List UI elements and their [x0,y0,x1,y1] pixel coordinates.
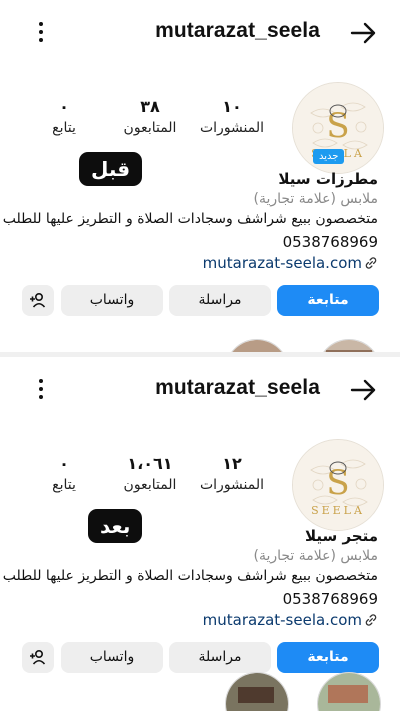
bio-text: متخصصون ببيع شراشف وسجادات الصلاة و التط… [2,568,378,584]
username: mutarazat_seela [155,376,320,399]
link-icon [365,257,377,269]
following-label: يتابع [52,477,76,493]
category: ملابس (علامة تجارية) [253,548,379,564]
add-user-icon [30,649,46,665]
top-bar: mutarazat_seela [0,357,400,421]
whatsapp-button[interactable]: واتساب [61,285,163,316]
avatar-brand-text: SEELA [311,504,365,517]
category: ملابس (علامة تجارية) [253,191,379,207]
phone-number: 0538768969 [282,233,378,251]
back-arrow-icon[interactable] [348,18,378,48]
stat-following[interactable]: ٠ يتابع [24,96,104,138]
new-badge: جديد [313,149,345,164]
message-button[interactable]: مراسلة [169,642,271,673]
more-options-icon[interactable] [31,375,51,403]
message-button[interactable]: مراسلة [169,285,271,316]
posts-label: المنشورات [199,477,265,493]
phone-number: 0538768969 [282,590,378,608]
profile-avatar[interactable]: S SEELA [292,439,384,531]
followers-count: ١،٠٦١ [127,454,173,473]
add-user-icon [30,292,46,308]
follow-button[interactable]: متابعة [277,285,379,316]
following-count: ٠ [59,97,69,116]
stat-posts[interactable]: ١٢ المنشورات [192,453,272,495]
before-tag: قبل [79,152,143,186]
posts-count: ١٢ [222,454,242,473]
link-icon [365,614,377,626]
display-name: متجر سيلا [304,527,378,545]
story-highlight[interactable] [317,339,381,352]
following-count: ٠ [59,454,69,473]
profile-panel-before: mutarazat_seela S SEELA جديد ١٠ المنشورا… [0,0,400,352]
posts-label: المنشورات [199,120,265,136]
website-link[interactable]: mutarazat-seela.com [203,611,378,629]
username: mutarazat_seela [155,19,320,42]
following-label: يتابع [52,120,76,136]
website-text: mutarazat-seela.com [202,254,362,272]
more-options-icon[interactable] [31,18,51,46]
website-link[interactable]: mutarazat-seela.com [203,254,378,272]
website-text: mutarazat-seela.com [202,611,362,629]
top-bar: mutarazat_seela [0,0,400,64]
story-highlight[interactable] [225,339,289,352]
stat-followers[interactable]: ١،٠٦١ المتابعون [110,453,190,495]
stat-posts[interactable]: ١٠ المنشورات [192,96,272,138]
followers-label: المتابعون [123,477,177,493]
stat-followers[interactable]: ٣٨ المتابعون [110,96,190,138]
posts-count: ١٠ [222,97,242,116]
display-name: مطرزات سيلا [278,170,378,188]
stat-following[interactable]: ٠ يتابع [24,453,104,495]
add-user-button[interactable] [22,285,54,316]
followers-label: المتابعون [123,120,177,136]
bio-text: متخصصون ببيع شراشف وسجادات الصلاة و التط… [2,211,378,227]
profile-panel-after: mutarazat_seela S SEELA ١٢ المنشورات ١،٠… [0,357,400,711]
whatsapp-button[interactable]: واتساب [61,642,163,673]
story-highlight[interactable] [225,672,289,711]
add-user-button[interactable] [22,642,54,673]
followers-count: ٣٨ [140,97,160,116]
back-arrow-icon[interactable] [348,375,378,405]
follow-button[interactable]: متابعة [277,642,379,673]
story-highlight[interactable] [317,672,381,711]
after-tag: بعد [88,509,143,543]
